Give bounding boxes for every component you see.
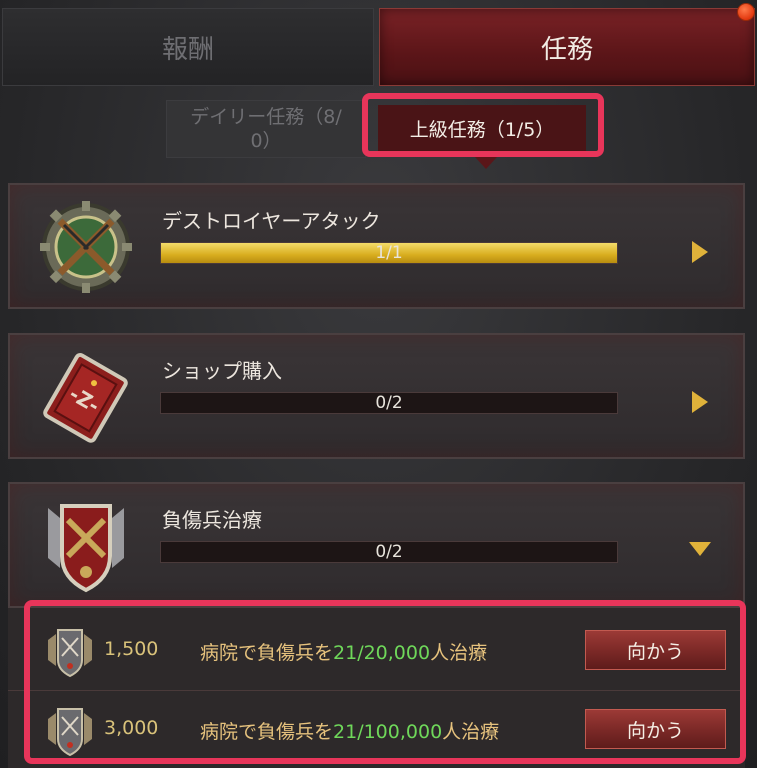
quest-progress-text: 0/2 (375, 393, 403, 413)
chevron-down-icon[interactable] (689, 542, 711, 556)
tab-task[interactable]: 任務 (379, 8, 755, 86)
quest-progress-text: 0/2 (375, 542, 403, 562)
crossed-pistols-shield-icon (48, 504, 124, 593)
subtab-daily[interactable]: デイリー任務（8/ 0） (166, 100, 366, 158)
crossed-rifles-gear-icon (40, 201, 132, 293)
quest-card[interactable]: -Z- ショップ購入 0/2 (8, 333, 745, 459)
highlight-subquests (24, 600, 746, 764)
quest-card-expanded[interactable]: 負傷兵治療 0/2 (8, 482, 745, 608)
highlight-advanced-tab (362, 93, 604, 157)
quest-title: ショップ購入 (162, 359, 282, 383)
quest-progress-bar: 0/2 (160, 541, 618, 563)
notification-dot (737, 3, 755, 21)
quest-screen: 報酬 任務 デイリー任務（8/ 0） 上級任務（1/5） デストロイヤーアタック… (0, 0, 757, 768)
quest-progress-text: 1/1 (375, 243, 403, 263)
subtab-pointer (475, 157, 497, 169)
quest-title: 負傷兵治療 (162, 508, 262, 532)
chevron-right-icon[interactable] (692, 391, 708, 413)
tab-reward[interactable]: 報酬 (2, 8, 374, 86)
quest-progress-bar: 0/2 (160, 392, 618, 414)
quest-title: デストロイヤーアタック (162, 209, 381, 233)
chevron-right-icon[interactable] (692, 241, 708, 263)
red-card-icon: -Z- (43, 353, 128, 443)
quest-card[interactable]: デストロイヤーアタック 1/1 (8, 183, 745, 309)
subtab-daily-label-line2: 0） (250, 130, 282, 152)
quest-progress-bar: 1/1 (160, 242, 618, 264)
subtab-daily-label-line1: デイリー任務（8/ (190, 106, 342, 128)
